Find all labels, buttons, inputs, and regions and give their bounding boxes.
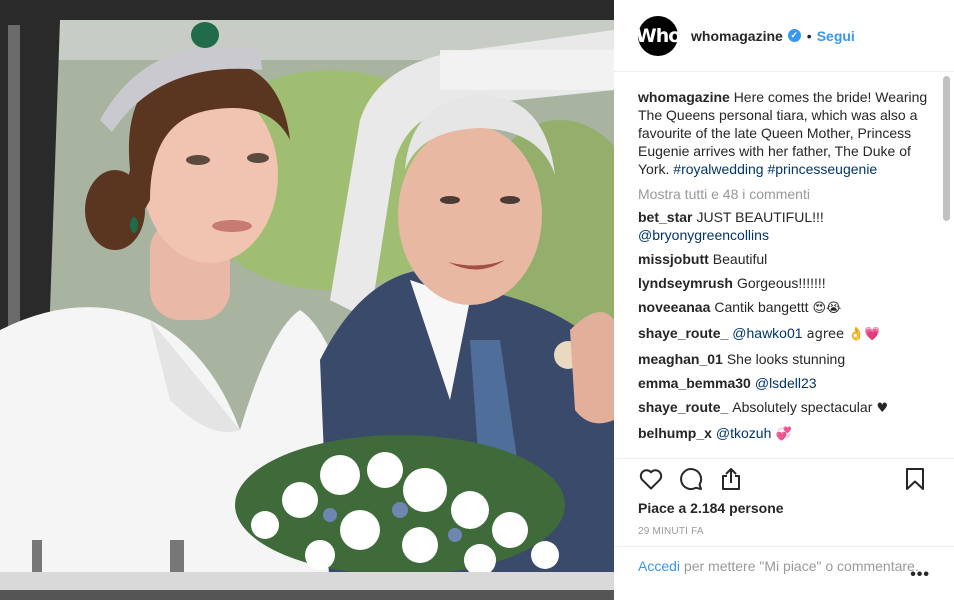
header-username[interactable]: whomagazine xyxy=(691,28,783,44)
post-side-panel: Who whomagazine ✓ • Segui whomagazine He… xyxy=(614,0,954,600)
post-timestamp: 29 MINUTI FA xyxy=(638,526,704,537)
comment-text: agree 👌💗 xyxy=(802,327,881,342)
comment-text: Cantik bangettt xyxy=(714,299,809,315)
like-button[interactable] xyxy=(638,466,664,492)
comment-item: emma_bemma30 @lsdell23 xyxy=(638,374,930,392)
comment-mention[interactable]: @tkozuh xyxy=(716,425,771,441)
post-actions: Piace a 2.184 persone 29 MINUTI FA Acced… xyxy=(614,458,954,600)
comment-username[interactable]: shaye_route_ xyxy=(638,399,728,415)
comment-username[interactable]: bet_star xyxy=(638,209,692,225)
heart-emoji-icon: ♥ xyxy=(872,401,889,416)
comment-text: She looks stunning xyxy=(726,351,846,367)
comment-item: belhump_x @tkozuh 💞 xyxy=(638,424,930,444)
post-photo[interactable] xyxy=(0,0,614,600)
heart-icon xyxy=(639,469,663,490)
action-icons xyxy=(638,466,744,492)
wedding-car-photo xyxy=(0,0,614,600)
comment-text: JUST BEAUTIFUL!!! xyxy=(696,209,824,225)
hashtag-link[interactable]: #royalwedding xyxy=(673,161,763,177)
comment-username[interactable]: noveeanaa xyxy=(638,299,710,315)
header-separator: • xyxy=(806,27,812,44)
comment-username[interactable]: meaghan_01 xyxy=(638,351,723,367)
caption-username[interactable]: whomagazine xyxy=(638,89,730,105)
comment-mention[interactable]: @hawko01 xyxy=(732,325,802,341)
comment-username[interactable]: lyndseymrush xyxy=(638,275,733,291)
post-header: Who whomagazine ✓ • Segui xyxy=(614,0,954,72)
comment-username[interactable]: missjobutt xyxy=(638,251,709,267)
comment-username[interactable]: emma_bemma30 xyxy=(638,375,751,391)
comment-item: shaye_route_ @hawko01 agree 👌💗 xyxy=(638,324,930,344)
comment-mention[interactable]: @lsdell23 xyxy=(755,375,817,391)
follow-button[interactable]: Segui xyxy=(817,28,855,44)
comments-list[interactable]: whomagazine Here comes the bride! Wearin… xyxy=(614,73,954,458)
more-options-button[interactable]: ••• xyxy=(910,566,930,584)
comment-item: shaye_route_ Absolutely spectacular ♥ xyxy=(638,398,930,418)
instagram-post: Who whomagazine ✓ • Segui whomagazine He… xyxy=(0,0,954,600)
comment-text: Gorgeous!!!!!!! xyxy=(736,275,826,291)
share-icon xyxy=(722,468,740,490)
share-button[interactable] xyxy=(718,466,744,492)
comment-item: noveeanaa Cantik bangettt 😍😭 xyxy=(638,298,930,318)
view-all-comments-link[interactable]: Mostra tutti e 48 i commenti xyxy=(638,185,930,203)
comment-item: missjobutt Beautiful xyxy=(638,250,930,268)
login-prompt: Accedi per mettere "Mi piace" o commenta… xyxy=(614,546,954,600)
login-link[interactable]: Accedi xyxy=(638,558,680,574)
bookmark-icon xyxy=(906,468,924,490)
comments-scrollbar[interactable] xyxy=(943,76,950,221)
avatar[interactable]: Who xyxy=(636,15,681,56)
post-caption: whomagazine Here comes the bride! Wearin… xyxy=(638,88,930,178)
verified-badge-icon: ✓ xyxy=(787,29,801,42)
login-prompt-text: per mettere "Mi piace" o commentare. xyxy=(680,558,919,574)
speech-bubble-icon xyxy=(680,468,703,491)
save-button[interactable] xyxy=(902,466,928,492)
comment-button[interactable] xyxy=(678,466,704,492)
likes-count[interactable]: Piace a 2.184 persone xyxy=(638,500,784,516)
comment-text: Absolutely spectacular xyxy=(732,399,873,415)
comment-username[interactable]: belhump_x xyxy=(638,425,712,441)
emoji-heart-eyes-crying-icon: 😍😭 xyxy=(812,301,842,316)
hashtag-link[interactable]: #princesseugenie xyxy=(767,161,877,177)
comment-item: meaghan_01 She looks stunning xyxy=(638,350,930,368)
revolving-hearts-icon: 💞 xyxy=(771,427,792,442)
comment-item: lyndseymrush Gorgeous!!!!!!! xyxy=(638,274,930,292)
comment-mention[interactable]: @bryonygreencollins xyxy=(638,227,769,243)
comment-text: Beautiful xyxy=(712,251,768,267)
comment-username[interactable]: shaye_route_ xyxy=(638,325,728,341)
comment-item: bet_star JUST BEAUTIFUL!!! @bryonygreenco… xyxy=(638,208,930,244)
